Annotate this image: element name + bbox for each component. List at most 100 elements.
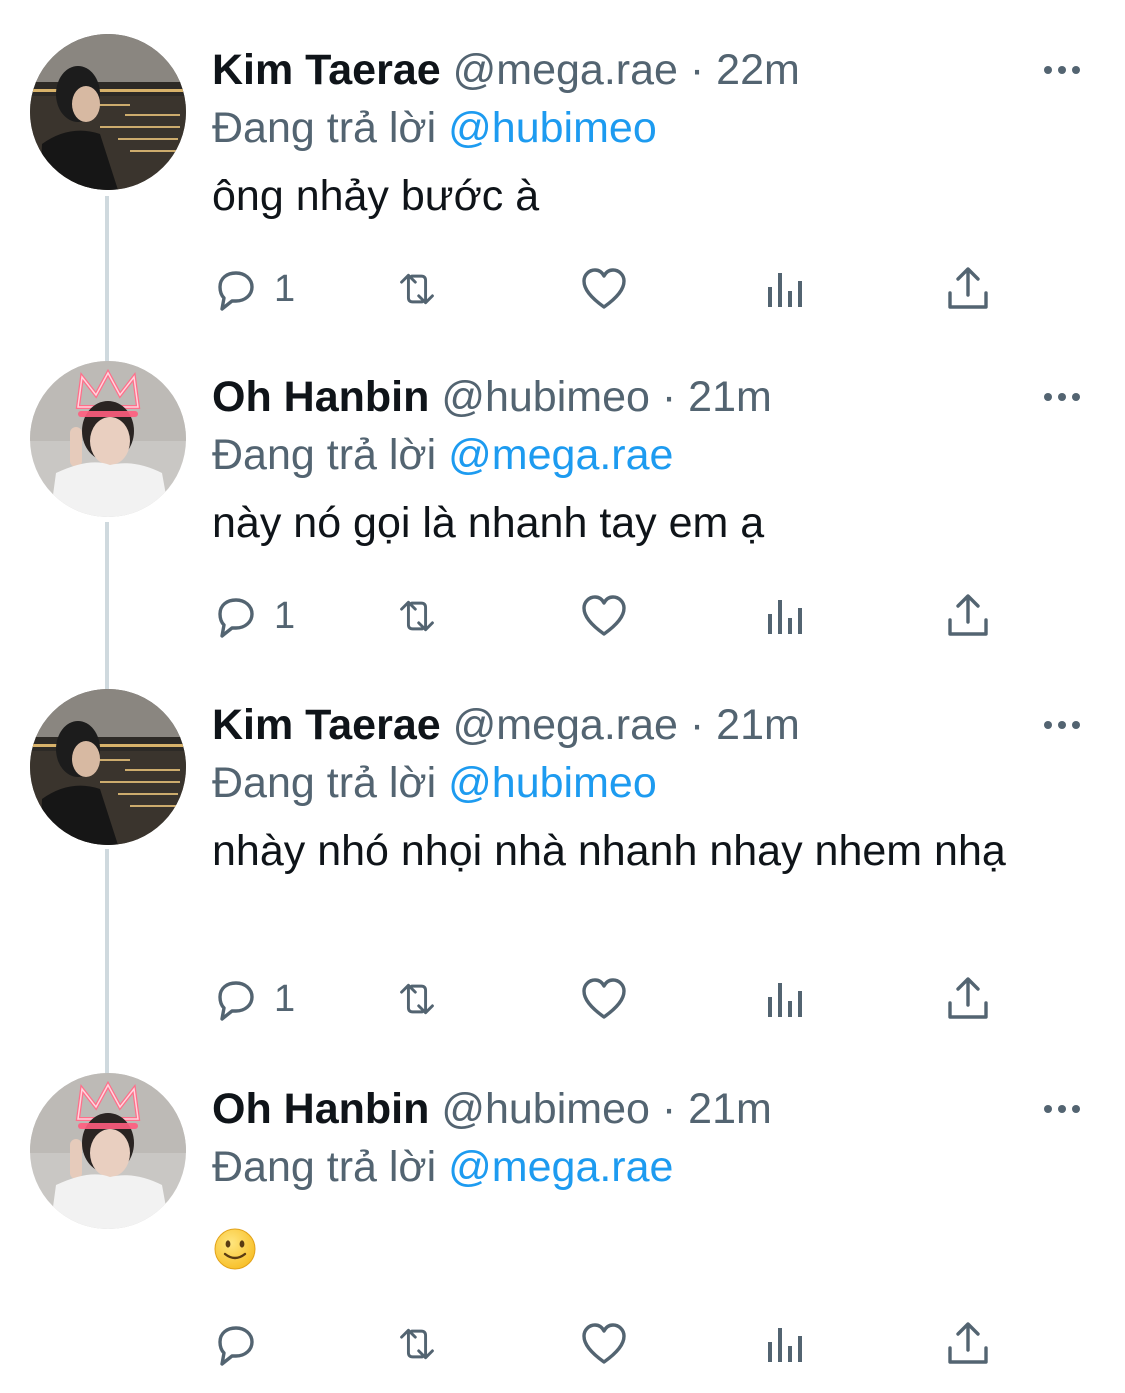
action-bar — [0, 1314, 1125, 1374]
reply-count: 1 — [274, 595, 296, 637]
mention-link[interactable]: @hubimeo — [448, 104, 657, 152]
display-name[interactable]: Kim Taerae — [212, 46, 441, 94]
username[interactable]: @hubimeo — [441, 373, 650, 421]
action-bar: 1 — [0, 259, 1125, 319]
views-button[interactable] — [763, 259, 811, 319]
replying-to-label: Đang trả lời — [212, 104, 437, 152]
retweet-button[interactable] — [393, 586, 441, 646]
tweet-text: nhày nhó nhọi nhà nhanh nhay nhem nhạ — [212, 827, 1006, 875]
tweet-thread: Kim Taerae @mega.rae · 22m Đang trả lời … — [0, 0, 1125, 1393]
like-button[interactable] — [580, 1314, 628, 1374]
separator: · — [689, 701, 705, 749]
share-button[interactable] — [944, 586, 992, 646]
avatar[interactable] — [30, 361, 186, 517]
more-dots-icon[interactable] — [1040, 381, 1084, 413]
username[interactable]: @mega.rae — [453, 46, 678, 94]
reply-button[interactable]: 1 — [212, 969, 295, 1029]
heart-icon — [582, 1323, 626, 1364]
tweet-header: Oh Hanbin @hubimeo · 21m — [212, 369, 772, 425]
replying-to-label: Đang trả lời — [212, 759, 437, 807]
reply-bubble-icon — [218, 598, 254, 638]
username[interactable]: @mega.rae — [453, 701, 678, 749]
replying-to: Đang trả lời @mega.rae — [212, 1139, 673, 1195]
mention-link[interactable]: @hubimeo — [448, 759, 657, 807]
reply-count: 1 — [274, 978, 296, 1020]
timestamp[interactable]: 21m — [688, 373, 772, 421]
share-button[interactable] — [944, 259, 992, 319]
tweet[interactable]: Oh Hanbin @hubimeo · 21m Đang trả lời @m… — [0, 361, 1125, 661]
avatar[interactable] — [30, 1073, 186, 1229]
night-river-city-photo — [30, 689, 186, 845]
like-button[interactable] — [580, 586, 628, 646]
reply-bubble-icon — [218, 1326, 254, 1366]
mention-link[interactable]: @mega.rae — [448, 1143, 673, 1191]
retweet-icon — [400, 1328, 434, 1360]
neon-crown-portrait — [30, 1073, 186, 1229]
heart-icon — [582, 595, 626, 636]
reply-button[interactable] — [212, 1314, 274, 1374]
display-name[interactable]: Oh Hanbin — [212, 373, 429, 421]
username[interactable]: @hubimeo — [441, 1085, 650, 1133]
views-button[interactable] — [763, 586, 811, 646]
replying-to-label: Đang trả lời — [212, 1143, 437, 1191]
tweet[interactable]: Kim Taerae @mega.rae · 22m Đang trả lời … — [0, 34, 1125, 334]
more-dots-icon[interactable] — [1040, 1093, 1084, 1125]
timestamp[interactable]: 21m — [716, 701, 800, 749]
tweet-header: Kim Taerae @mega.rae · 22m — [212, 42, 800, 98]
retweet-button[interactable] — [393, 259, 441, 319]
slightly-smiling-face-emoji — [214, 1228, 256, 1270]
avatar[interactable] — [30, 34, 186, 190]
action-bar: 1 — [0, 586, 1125, 646]
avatar[interactable] — [30, 689, 186, 845]
display-name[interactable]: Kim Taerae — [212, 701, 441, 749]
retweet-button[interactable] — [393, 969, 441, 1029]
retweet-icon — [400, 273, 434, 305]
tweet-header: Oh Hanbin @hubimeo · 21m — [212, 1081, 772, 1137]
timestamp[interactable]: 21m — [688, 1085, 772, 1133]
tweet[interactable]: Kim Taerae @mega.rae · 21m Đang trả lời … — [0, 689, 1125, 1049]
heart-icon — [582, 978, 626, 1019]
timestamp[interactable]: 22m — [716, 46, 800, 94]
retweet-button[interactable] — [393, 1314, 441, 1374]
replying-to-label: Đang trả lời — [212, 431, 437, 479]
views-bar-icon — [768, 983, 802, 1017]
mention-link[interactable]: @mega.rae — [448, 431, 673, 479]
separator: · — [661, 1085, 677, 1133]
replying-to: Đang trả lời @mega.rae — [212, 427, 673, 483]
more-dots-icon[interactable] — [1040, 709, 1084, 741]
views-button[interactable] — [763, 969, 811, 1029]
views-button[interactable] — [763, 1314, 811, 1374]
reply-bubble-icon — [218, 271, 254, 311]
like-button[interactable] — [580, 259, 628, 319]
share-icon — [948, 267, 988, 309]
reply-bubble-icon — [218, 981, 254, 1021]
night-river-city-photo — [30, 34, 186, 190]
tweet-text: ông nhảy bước à — [212, 172, 540, 220]
tweet-text: này nó gọi là nhanh tay em ạ — [212, 499, 765, 547]
replying-to: Đang trả lời @hubimeo — [212, 100, 657, 156]
tweet[interactable]: Oh Hanbin @hubimeo · 21m Đang trả lời @m… — [0, 1073, 1125, 1383]
more-dots-icon[interactable] — [1040, 54, 1084, 86]
views-bar-icon — [768, 1328, 802, 1362]
reply-button[interactable]: 1 — [212, 259, 295, 319]
share-button[interactable] — [944, 969, 992, 1029]
reply-button[interactable]: 1 — [212, 586, 295, 646]
share-button[interactable] — [944, 1314, 992, 1374]
action-bar: 1 — [0, 969, 1125, 1029]
heart-icon — [582, 268, 626, 309]
share-icon — [948, 977, 988, 1019]
share-icon — [948, 1322, 988, 1364]
like-button[interactable] — [580, 969, 628, 1029]
retweet-icon — [400, 983, 434, 1015]
tweet-header: Kim Taerae @mega.rae · 21m — [212, 697, 800, 753]
separator: · — [661, 373, 677, 421]
views-bar-icon — [768, 273, 802, 307]
reply-count: 1 — [274, 268, 296, 310]
views-bar-icon — [768, 600, 802, 634]
neon-crown-portrait — [30, 361, 186, 517]
display-name[interactable]: Oh Hanbin — [212, 1085, 429, 1133]
retweet-icon — [400, 600, 434, 632]
share-icon — [948, 594, 988, 636]
separator: · — [689, 46, 705, 94]
replying-to: Đang trả lời @hubimeo — [212, 755, 657, 811]
